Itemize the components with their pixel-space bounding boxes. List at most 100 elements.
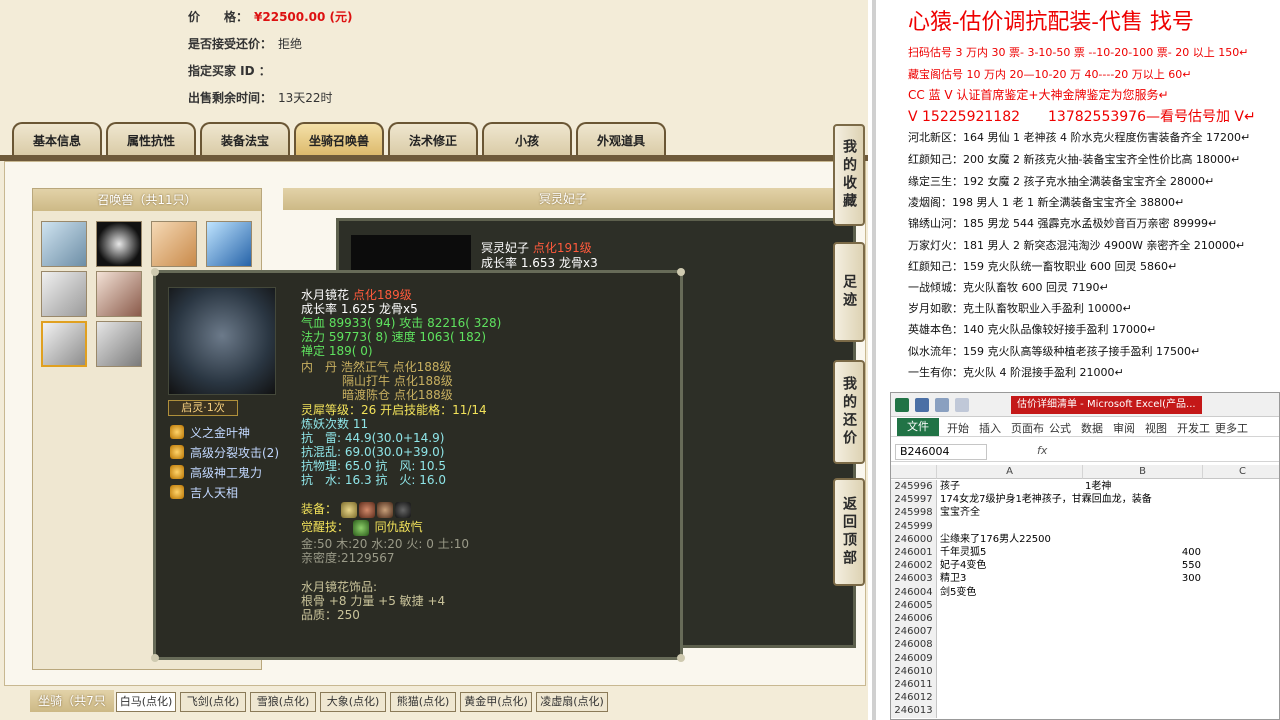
table-row[interactable]: 246008	[891, 638, 1279, 652]
pet-thumb[interactable]	[206, 221, 252, 267]
cell-a[interactable]: 宝宝齐全	[940, 506, 980, 519]
mount-tab[interactable]: 飞剑(点化)	[180, 692, 246, 712]
pet-thumb[interactable]	[151, 221, 197, 267]
equip-slot-icon[interactable]	[376, 501, 393, 518]
table-row[interactable]: 245999	[891, 519, 1279, 533]
equip-slot-icon[interactable]	[394, 501, 411, 518]
back-to-top-button[interactable]: 返回顶部	[833, 478, 865, 586]
pet-thumb-selected[interactable]	[41, 321, 87, 367]
row-number[interactable]: 245998	[891, 506, 937, 520]
tab-children[interactable]: 小孩	[482, 122, 572, 156]
mount-tab[interactable]: 雪狼(点化)	[250, 692, 316, 712]
row-number[interactable]: 246006	[891, 612, 937, 626]
equip-slot-icon[interactable]	[340, 501, 357, 518]
table-row[interactable]: 245997 174女龙7级护身1老神孩子，甘霖回血龙，装备	[891, 493, 1279, 507]
menu-formulas[interactable]: 公式	[1049, 420, 1071, 436]
corner-header[interactable]	[891, 465, 937, 479]
pet-thumb[interactable]	[41, 221, 87, 267]
cell-b[interactable]: 300	[1085, 572, 1201, 585]
tab-equipment[interactable]: 装备法宝	[200, 122, 290, 156]
table-row[interactable]: 246001 千年灵狐5 400	[891, 546, 1279, 560]
table-row[interactable]: 246009	[891, 651, 1279, 665]
redo-icon[interactable]	[955, 398, 969, 412]
awaken-skill-icon[interactable]	[352, 519, 369, 536]
cell-b[interactable]: 400	[1085, 546, 1201, 559]
mount-tab[interactable]: 大象(点化)	[320, 692, 386, 712]
row-number[interactable]: 245996	[891, 480, 937, 494]
table-row[interactable]: 246003 精卫3 300	[891, 572, 1279, 586]
name-box[interactable]: B246004	[895, 444, 987, 460]
table-row[interactable]: 246000 尘缘来了176男人22500	[891, 532, 1279, 546]
skill-item[interactable]: 高级神工鬼力	[170, 463, 262, 481]
cell-a[interactable]: 妃子4变色	[940, 559, 986, 572]
cell-b[interactable]: 1老神	[1085, 480, 1201, 493]
table-row[interactable]: 246002 妃子4变色 550	[891, 559, 1279, 573]
tab-spell-mods[interactable]: 法术修正	[388, 122, 478, 156]
row-number[interactable]: 245999	[891, 519, 937, 533]
table-row[interactable]: 246012	[891, 691, 1279, 705]
menu-page-layout[interactable]: 页面布	[1011, 420, 1044, 436]
cell-a[interactable]: 精卫3	[940, 572, 966, 585]
tab-appearance[interactable]: 外观道具	[576, 122, 666, 156]
skill-item[interactable]: 高级分裂攻击(2)	[170, 443, 279, 461]
table-row[interactable]: 245996 孩子 1老神	[891, 480, 1279, 494]
row-number[interactable]: 246011	[891, 678, 937, 692]
row-number[interactable]: 246004	[891, 585, 937, 599]
cell-b[interactable]: 550	[1085, 559, 1201, 572]
menu-review[interactable]: 审阅	[1113, 420, 1135, 436]
menu-view[interactable]: 视图	[1145, 420, 1167, 436]
skill-item[interactable]: 义之金叶神	[170, 423, 250, 441]
mount-tab[interactable]: 凌虚扇(点化)	[536, 692, 608, 712]
fx-icon[interactable]: fx	[1037, 444, 1047, 457]
menu-data[interactable]: 数据	[1081, 420, 1103, 436]
tab-attributes[interactable]: 属性抗性	[106, 122, 196, 156]
row-number[interactable]: 246007	[891, 625, 937, 639]
table-row[interactable]: 246004 剑5变色	[891, 585, 1279, 599]
mount-tab[interactable]: 白马(点化)	[116, 692, 176, 712]
row-number[interactable]: 246013	[891, 704, 937, 718]
col-header-b[interactable]: B	[1083, 465, 1203, 479]
table-row[interactable]: 246013	[891, 704, 1279, 718]
row-number[interactable]: 246003	[891, 572, 937, 586]
equip-slot-icon[interactable]	[358, 501, 375, 518]
row-number[interactable]: 246005	[891, 598, 937, 612]
menu-home[interactable]: 开始	[947, 420, 969, 436]
table-row[interactable]: 246006	[891, 612, 1279, 626]
row-number[interactable]: 246002	[891, 559, 937, 573]
table-row[interactable]: 246005	[891, 598, 1279, 612]
table-row[interactable]: 246007	[891, 625, 1279, 639]
cell-a[interactable]: 尘缘来了176男人22500	[940, 533, 1051, 546]
row-number[interactable]: 245997	[891, 493, 937, 507]
cell-a[interactable]: 孩子	[940, 480, 960, 493]
tab-mounts-pets[interactable]: 坐骑召唤兽	[294, 122, 384, 156]
menu-more-tools[interactable]: 更多工	[1215, 420, 1248, 436]
pet-thumb[interactable]	[96, 271, 142, 317]
scrollbar-track[interactable]	[872, 0, 876, 720]
row-number[interactable]: 246001	[891, 546, 937, 560]
table-row[interactable]: 245998 宝宝齐全	[891, 506, 1279, 520]
cell-a[interactable]: 剑5变色	[940, 586, 976, 599]
skill-item[interactable]: 吉人天相	[170, 483, 238, 501]
col-header-a[interactable]: A	[937, 465, 1083, 479]
cell-a[interactable]: 174女龙7级护身1老神孩子，甘霖回血龙，装备	[940, 493, 1152, 506]
save-icon[interactable]	[915, 398, 929, 412]
pet-thumb[interactable]	[96, 221, 142, 267]
menu-developer[interactable]: 开发工	[1177, 420, 1210, 436]
favorites-button[interactable]: 我的收藏	[833, 124, 865, 226]
footprint-button[interactable]: 足迹	[833, 242, 865, 342]
col-header-c[interactable]: C	[1203, 465, 1279, 479]
tab-basic-info[interactable]: 基本信息	[12, 122, 102, 156]
row-number[interactable]: 246009	[891, 651, 937, 665]
file-menu[interactable]: 文件	[897, 418, 939, 436]
pet-thumb[interactable]	[96, 321, 142, 367]
table-row[interactable]: 246010	[891, 664, 1279, 678]
row-number[interactable]: 246008	[891, 638, 937, 652]
cell-a[interactable]: 千年灵狐5	[940, 546, 986, 559]
row-number[interactable]: 246000	[891, 532, 937, 546]
row-number[interactable]: 246012	[891, 691, 937, 705]
menu-insert[interactable]: 插入	[979, 420, 1001, 436]
my-offers-button[interactable]: 我的还价	[833, 360, 865, 464]
mount-tab[interactable]: 黄金甲(点化)	[460, 692, 532, 712]
row-number[interactable]: 246010	[891, 664, 937, 678]
table-row[interactable]: 246011	[891, 678, 1279, 692]
